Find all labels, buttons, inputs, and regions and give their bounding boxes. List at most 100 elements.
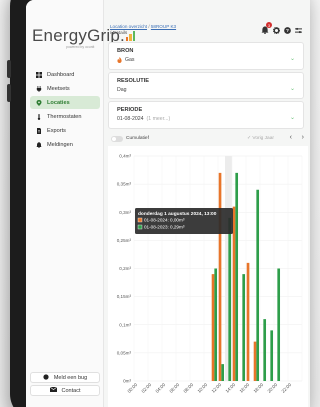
tooltip-line: 01-08-2024: 0,00m³ [144, 218, 185, 223]
header-actions: 3 ? [261, 22, 302, 36]
sidebar-item-meldingen[interactable]: Meldingen [30, 138, 100, 151]
tooltip-title: donderdag 1 augustus 2024, 13:00 [138, 211, 217, 217]
cumulative-toggle[interactable] [111, 136, 123, 142]
tablet-side-button [7, 60, 11, 78]
x-tick-label: 04:00 [155, 382, 167, 394]
thermometer-icon [36, 113, 42, 120]
breadcrumb-link[interactable]: 58ROUP K3 [151, 24, 176, 29]
settings-button[interactable] [272, 26, 281, 36]
dashboard-icon [36, 71, 42, 78]
report-bug-label: Meld een bug [53, 374, 88, 381]
sidebar-item-label: Thermostaten [47, 113, 82, 120]
period-filter[interactable]: PERIODE 01-08-2024 (1 meer...) ⌄ [108, 101, 304, 129]
chart-bar[interactable] [263, 319, 267, 381]
sliders-icon [295, 27, 302, 33]
x-tick-label: 08:00 [183, 382, 195, 394]
y-tick-label: 0,3m³ [119, 210, 131, 215]
sidebar: EnergyGrip. powered by ocunit Dashboard … [26, 0, 136, 407]
chart-bar[interactable] [256, 189, 260, 381]
chart-bar[interactable] [221, 364, 225, 381]
flame-icon [117, 57, 122, 63]
tooltip-line: 01-08-2023: 0,29m³ [144, 225, 185, 230]
chevron-down-icon: ⌄ [289, 56, 295, 62]
previous-year-toggle[interactable]: ✓ Vorig Jaar [247, 136, 274, 141]
contact-button[interactable]: Contact [30, 385, 100, 396]
chevron-left-icon[interactable]: ‹ [290, 134, 292, 141]
sidebar-footer: Meld een bug Contact [30, 372, 100, 398]
cumulative-label: Cumulatief [126, 136, 149, 141]
y-tick-label: 0,1m³ [119, 322, 131, 327]
previous-year-label: Vorig Jaar [252, 136, 274, 141]
chart-bar[interactable] [277, 268, 281, 382]
sidebar-item-locaties[interactable]: Locaties [30, 96, 100, 109]
x-tick-label: 14:00 [225, 382, 237, 394]
sidebar-item-dashboard[interactable]: Dashboard [30, 68, 100, 81]
x-tick-label: 12:00 [211, 382, 223, 394]
sidebar-item-exports[interactable]: Exports [30, 124, 100, 137]
chart-bar[interactable] [253, 341, 257, 381]
y-tick-label: 0,35m³ [117, 182, 132, 187]
plug-icon [36, 85, 42, 92]
contact-label: Contact [61, 387, 81, 394]
resolution-value-label: Dag [117, 87, 127, 93]
location-pin-icon [36, 99, 42, 106]
chart-bar[interactable] [246, 262, 250, 381]
breadcrumb-link[interactable]: Location overzicht [110, 24, 147, 29]
chart-bar[interactable] [211, 274, 215, 381]
sidebar-item-label: Meetsets [47, 85, 70, 92]
help-button[interactable]: ? [284, 26, 291, 36]
tablet-side-button [7, 84, 11, 102]
legend-swatch-2024 [137, 217, 143, 223]
chart-controls: Cumulatief ✓ Vorig Jaar ‹ › [108, 134, 310, 146]
chart-bar[interactable] [218, 172, 222, 381]
bug-icon [43, 373, 49, 382]
help-icon: ? [284, 26, 291, 34]
period-extra-label: (1 meer...) [146, 116, 171, 122]
y-tick-label: 0,4m³ [119, 154, 131, 159]
x-tick-label: 20:00 [267, 382, 279, 394]
mail-icon [49, 386, 57, 394]
chart-bar[interactable] [232, 206, 236, 381]
export-icon [36, 127, 42, 134]
menu-button[interactable] [295, 27, 302, 36]
report-bug-button[interactable]: Meld een bug [30, 372, 100, 383]
x-tick-label: 00:00 [127, 382, 139, 394]
chevron-down-icon: ⌄ [289, 86, 295, 92]
main-content: Location overzicht / 58ROUP K3 / Details… [108, 0, 310, 407]
x-tick-label: 10:00 [197, 382, 209, 394]
gear-icon [272, 26, 281, 34]
sidebar-item-label: Locaties [47, 99, 70, 106]
chart-bar[interactable] [242, 274, 246, 381]
chart-bar[interactable] [270, 330, 274, 381]
x-tick-label: 06:00 [169, 382, 181, 394]
sidebar-nav: Dashboard Meetsets Locaties Thermostaten [30, 68, 100, 152]
sidebar-item-label: Dashboard [47, 71, 75, 78]
svg-text:?: ? [286, 28, 289, 34]
chart-bar[interactable] [235, 172, 239, 381]
y-tick-label: 0,2m³ [119, 266, 131, 271]
notification-count-badge: 3 [266, 22, 272, 28]
breadcrumb: Location overzicht / 58ROUP K3 [110, 24, 176, 29]
sidebar-item-label: Exports [47, 127, 66, 134]
notifications-button[interactable]: 3 [261, 22, 272, 36]
x-tick-label: 18:00 [253, 382, 265, 394]
y-tick-label: 0,25m³ [117, 238, 132, 243]
period-value: 01-08-2024 (1 meer...) [117, 116, 170, 122]
resolution-filter[interactable]: RESOLUTIE Dag ⌄ [108, 72, 304, 99]
sidebar-item-meetsets[interactable]: Meetsets [30, 82, 100, 95]
chart-bar[interactable] [214, 268, 218, 382]
sidebar-item-thermostaten[interactable]: Thermostaten [30, 110, 100, 123]
chevron-right-icon[interactable]: › [302, 134, 304, 141]
resolution-title: RESOLUTIE [117, 78, 150, 84]
y-tick-label: 0,05m³ [117, 350, 132, 355]
chart-bar[interactable] [228, 217, 232, 381]
x-tick-label: 22:00 [281, 382, 293, 394]
source-value: Gas [117, 57, 135, 63]
source-filter[interactable]: BRON Gas ⌄ [108, 42, 304, 70]
legend-swatch-2023 [137, 224, 143, 230]
chevron-down-icon: ⌄ [289, 115, 295, 121]
check-icon: ✓ [247, 136, 252, 141]
x-tick-label: 16:00 [239, 382, 251, 394]
x-tick-label: 02:00 [141, 382, 153, 394]
consumption-chart: 0m³ 0,05m³ 0,1m³ 0,15m³ 0,2m³ 0,25m³ 0,3m³ 0,35… [108, 146, 308, 407]
